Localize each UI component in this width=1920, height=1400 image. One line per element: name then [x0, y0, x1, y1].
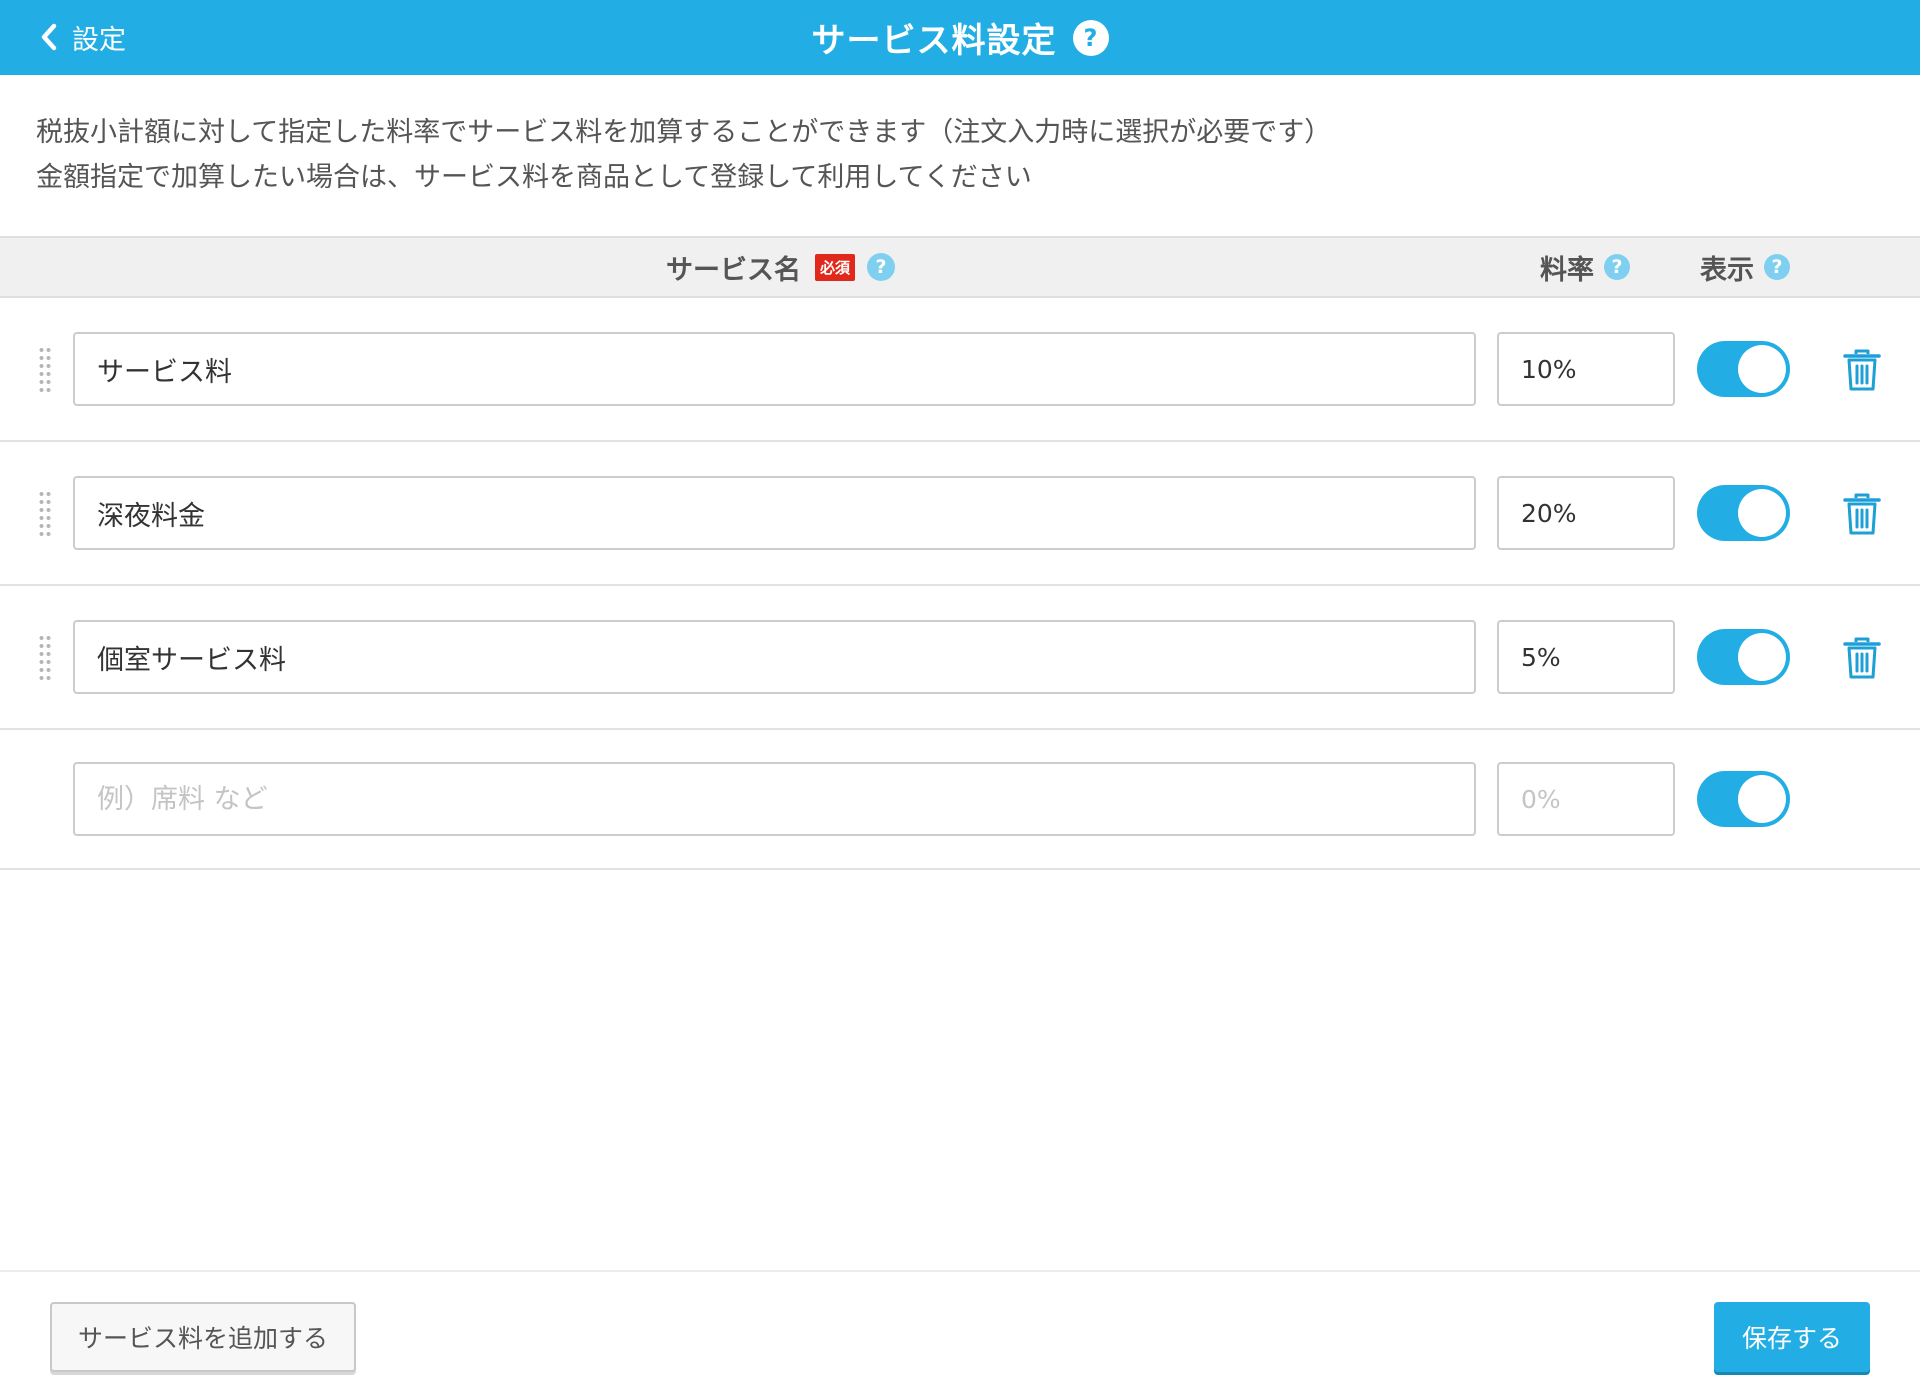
table-header: サービス名 必須 ? 料率 ? 表示 ?	[0, 236, 1920, 298]
app-header: 設定 サービス料設定 ?	[0, 0, 1920, 75]
back-button[interactable]: 設定	[36, 14, 126, 60]
display-toggle[interactable]	[1697, 485, 1790, 541]
description-line-2: 金額指定で加算したい場合は、サービス料を商品として登録して利用してください	[36, 162, 1032, 193]
trash-icon[interactable]	[1842, 636, 1882, 680]
rate-input[interactable]	[1497, 332, 1675, 406]
display-toggle[interactable]	[1697, 341, 1790, 397]
table-row	[0, 442, 1920, 586]
footer-bar: サービス料を追加する 保存する	[0, 1270, 1920, 1400]
column-label-rate: 料率	[1540, 254, 1594, 286]
column-header-rate: 料率 ?	[1540, 238, 1630, 296]
chevron-left-icon	[36, 22, 62, 52]
question-circle-icon[interactable]: ?	[1604, 254, 1630, 280]
drag-handle-icon[interactable]	[38, 490, 52, 538]
column-label-name: サービス名	[666, 254, 801, 286]
toggle-knob	[1738, 345, 1786, 393]
display-toggle[interactable]	[1697, 629, 1790, 685]
toggle-knob	[1738, 775, 1786, 823]
back-label: 設定	[72, 24, 126, 56]
add-service-button[interactable]: サービス料を追加する	[50, 1302, 356, 1372]
new-service-name-input[interactable]	[73, 762, 1476, 836]
column-label-display: 表示	[1700, 254, 1754, 286]
toggle-knob	[1738, 633, 1786, 681]
page-title: サービス料設定	[811, 21, 1057, 61]
rate-input[interactable]	[1497, 620, 1675, 694]
drag-handle-icon[interactable]	[38, 346, 52, 394]
display-toggle[interactable]	[1697, 771, 1790, 827]
question-circle-icon[interactable]: ?	[1764, 254, 1790, 280]
trash-icon[interactable]	[1842, 492, 1882, 536]
description-line-1: 税抜小計額に対して指定した料率でサービス料を加算することができます（注文入力時に…	[36, 117, 1332, 148]
service-name-input[interactable]	[73, 332, 1476, 406]
table-row	[0, 586, 1920, 730]
question-circle-icon[interactable]: ?	[867, 253, 896, 281]
save-button[interactable]: 保存する	[1714, 1302, 1870, 1372]
description: 税抜小計額に対して指定した料率でサービス料を加算することができます（注文入力時に…	[36, 110, 1331, 200]
drag-handle-icon[interactable]	[38, 634, 52, 682]
column-header-display: 表示 ?	[1700, 238, 1790, 296]
service-name-input[interactable]	[73, 476, 1476, 550]
service-name-input[interactable]	[73, 620, 1476, 694]
new-rate-input[interactable]	[1497, 762, 1675, 836]
new-service-row	[0, 730, 1920, 870]
title-group: サービス料設定 ?	[0, 0, 1920, 75]
column-header-name: サービス名 必須 ?	[666, 238, 896, 296]
question-circle-icon[interactable]: ?	[1072, 19, 1109, 56]
rate-input[interactable]	[1497, 476, 1675, 550]
trash-icon[interactable]	[1842, 348, 1882, 392]
table-row	[0, 298, 1920, 442]
required-badge: 必須	[815, 253, 856, 281]
toggle-knob	[1738, 489, 1786, 537]
